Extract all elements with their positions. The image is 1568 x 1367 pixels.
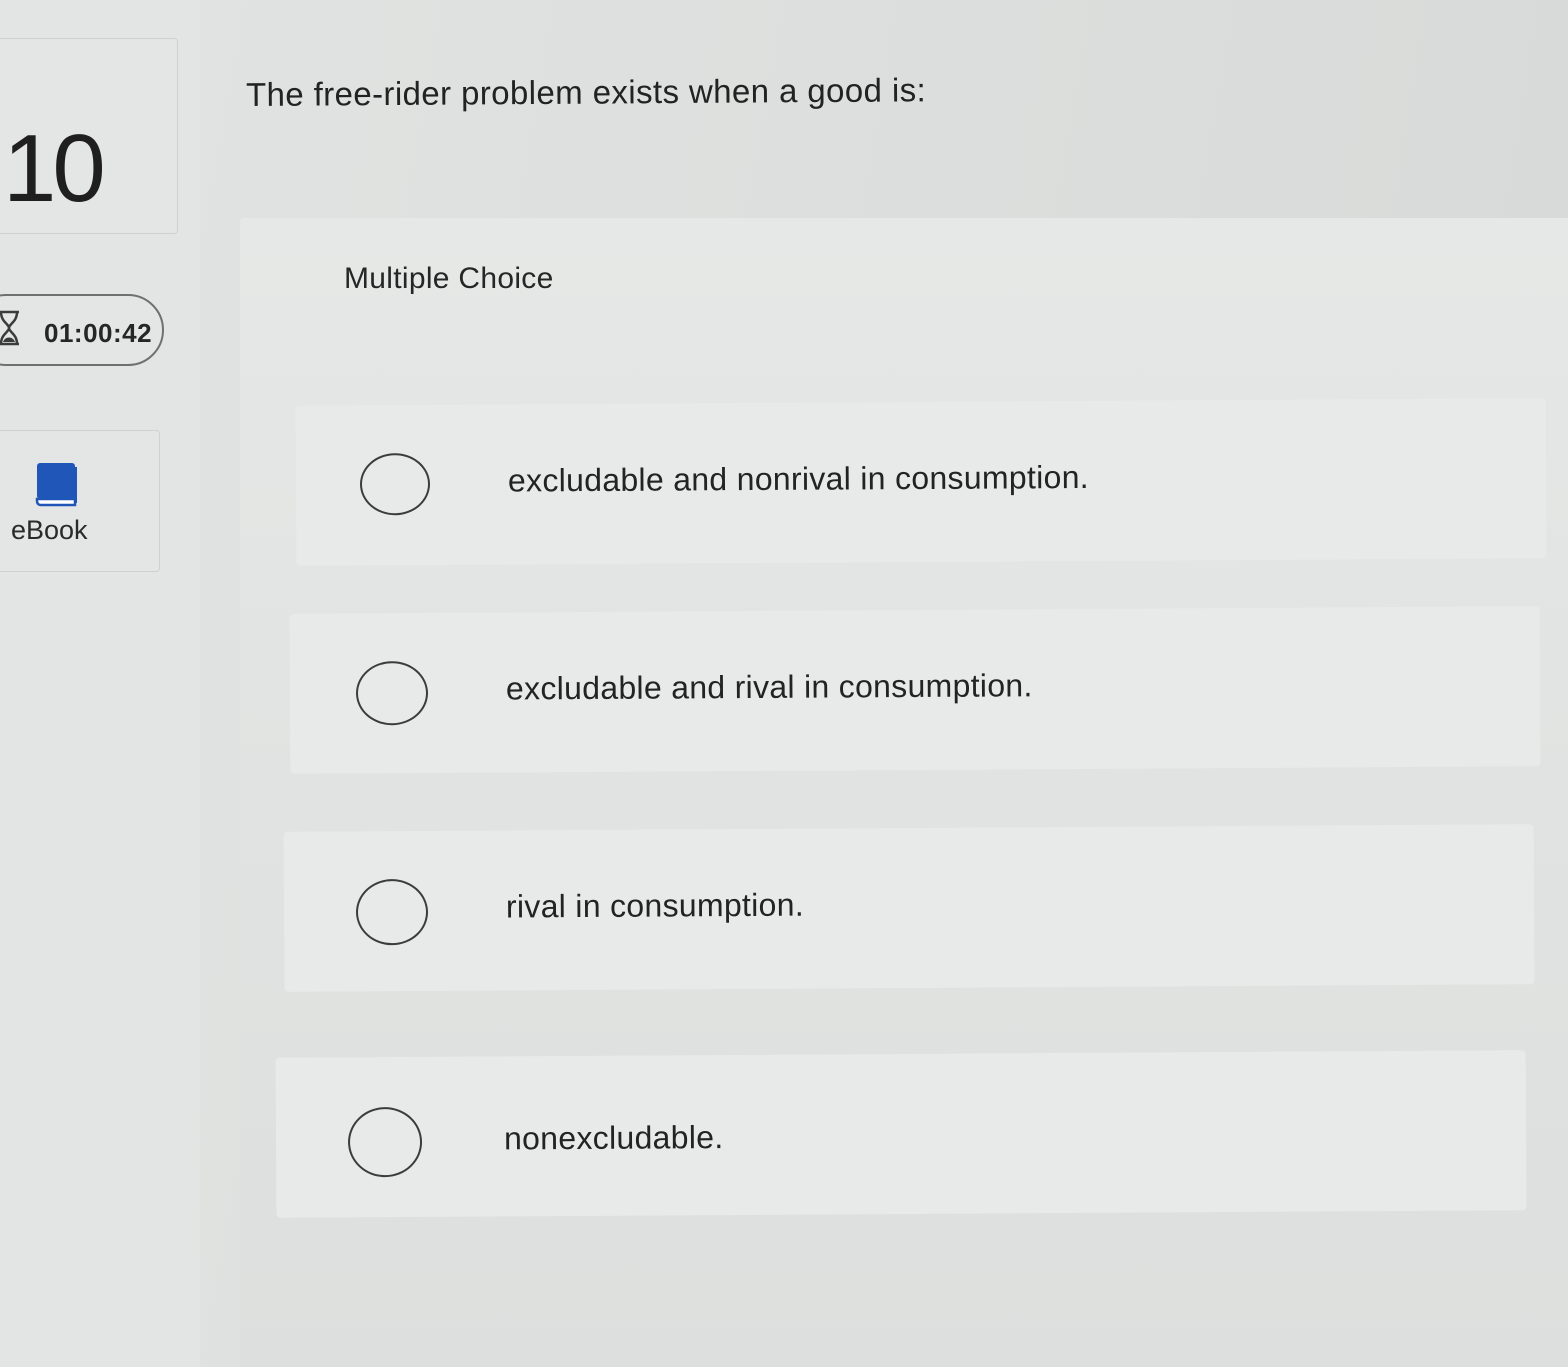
timer-value: 01:00:42 <box>44 318 153 348</box>
question-number-card: 10 <box>0 38 178 234</box>
hourglass-icon <box>0 310 19 346</box>
answer-option-label: nonexcludable. <box>503 1119 724 1157</box>
book-icon <box>35 463 77 507</box>
ebook-button[interactable]: eBook <box>0 430 160 572</box>
answer-option[interactable]: nonexcludable. <box>275 1050 1527 1218</box>
answer-option-label: excludable and nonrival in consumption. <box>507 458 1090 499</box>
answer-option[interactable]: rival in consumption. <box>283 824 1535 992</box>
question-prompt: The free-rider problem exists when a goo… <box>245 71 927 113</box>
radio-button[interactable] <box>355 878 429 946</box>
answer-option[interactable]: excludable and nonrival in consumption. <box>295 398 1547 566</box>
question-type-label: Multiple Choice <box>344 262 554 295</box>
radio-button[interactable] <box>355 660 429 726</box>
left-rail: 10 01:00:42 eBook <box>0 0 200 1367</box>
timer-pill[interactable]: 01:00:42 <box>0 294 164 366</box>
ebook-label: eBook <box>11 515 88 545</box>
answer-panel: Multiple Choice excludable and nonrival … <box>240 218 1568 1367</box>
radio-button[interactable] <box>347 1106 423 1178</box>
answer-option-label: rival in consumption. <box>505 886 805 925</box>
radio-button[interactable] <box>359 452 431 516</box>
answer-option[interactable]: excludable and rival in consumption. <box>289 606 1541 774</box>
question-number: 10 <box>3 115 106 222</box>
answer-option-label: excludable and rival in consumption. <box>505 667 1033 707</box>
